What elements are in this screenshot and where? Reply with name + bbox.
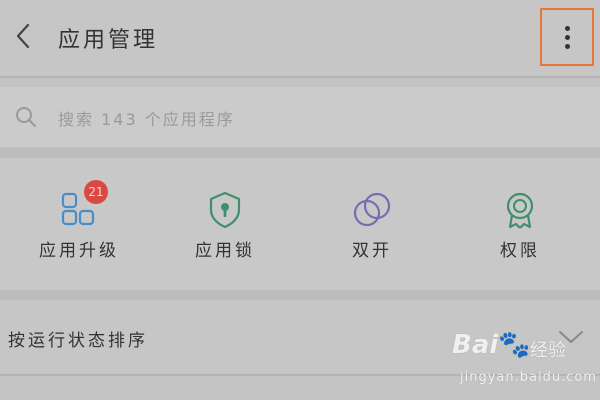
divider	[0, 148, 600, 158]
shortcut-app-lock[interactable]: 应用锁	[165, 176, 285, 276]
baidu-jingyan-watermark: Bai🐾 经验 jingyan.baidu.com	[452, 330, 596, 392]
divider	[0, 76, 600, 78]
search-placeholder: 搜索 143 个应用程序	[58, 110, 235, 129]
baidu-logo: Bai🐾	[452, 330, 531, 360]
sort-label: 按运行状态排序	[8, 331, 148, 351]
top-bar: 应用管理	[0, 0, 600, 76]
chevron-left-icon	[15, 23, 31, 53]
search-bar[interactable]: 搜索 143 个应用程序	[0, 87, 600, 147]
shortcut-label: 双开	[352, 241, 392, 261]
paw-icon: 🐾	[498, 330, 531, 360]
shortcut-dual-apps[interactable]: 双开	[312, 176, 432, 276]
divider	[0, 290, 600, 300]
app-grid-icon: 21	[59, 180, 108, 230]
watermark-brand: 经验	[530, 340, 566, 361]
award-ribbon-icon	[500, 190, 540, 230]
page-title: 应用管理	[58, 28, 159, 53]
app-manager-screen: 应用管理 搜索 143 个应用程序 21 应用升级 应用锁 双开 权限 按运行状…	[0, 0, 600, 400]
more-vertical-icon	[564, 25, 570, 31]
shortcut-app-upgrade[interactable]: 21 应用升级	[19, 176, 139, 276]
shortcut-permissions[interactable]: 权限	[460, 176, 580, 276]
shortcut-panel: 21 应用升级 应用锁 双开 权限	[0, 158, 600, 290]
watermark-url: jingyan.baidu.com	[460, 370, 597, 385]
shortcut-label: 应用锁	[195, 241, 255, 261]
search-icon	[14, 105, 38, 129]
update-count-badge: 21	[84, 180, 108, 204]
shield-lock-icon	[205, 190, 245, 230]
more-options-button[interactable]	[540, 8, 594, 66]
shortcut-label: 权限	[500, 241, 540, 261]
shortcut-label: 应用升级	[39, 241, 119, 261]
dual-circles-icon	[352, 190, 392, 230]
back-button[interactable]	[8, 20, 38, 56]
